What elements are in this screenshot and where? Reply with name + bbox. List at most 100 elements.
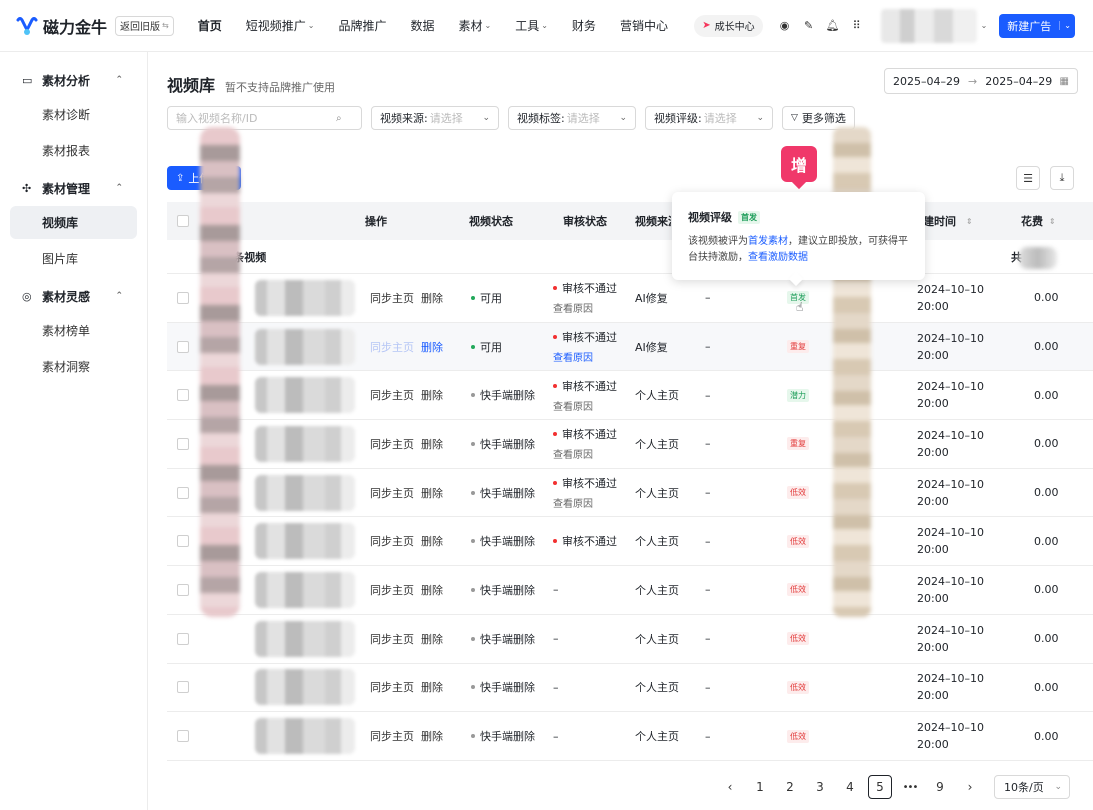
rating-tag-cell[interactable]: 潜力	[787, 371, 809, 419]
sidebar-item-1-0[interactable]: 视频库	[10, 206, 137, 239]
sidebar-item-2-1[interactable]: 素材洞察	[10, 350, 137, 383]
video-title-cell[interactable]	[255, 664, 355, 712]
search-field[interactable]: ⌕	[167, 106, 362, 130]
video-title-cell[interactable]	[255, 323, 355, 371]
row-checkbox[interactable]	[177, 437, 189, 450]
sync-homepage-button[interactable]: 同步主页	[370, 323, 414, 371]
popover-link-incentive-data[interactable]: 查看激励数据	[748, 252, 808, 263]
sort-icon[interactable]: ⇕	[966, 217, 973, 226]
next-page-icon[interactable]: ›	[958, 775, 982, 799]
table-row[interactable]: 同步主页 删除 可用 审核不通过 查看原因 AI修复 – 重复 2024–10–10 20:00 0…	[167, 322, 1093, 372]
bell-icon[interactable]: 🔔︎	[825, 18, 841, 34]
sync-homepage-button[interactable]: 同步主页	[370, 274, 414, 322]
delete-button[interactable]: 删除	[421, 664, 443, 712]
video-title-cell[interactable]	[255, 469, 355, 517]
page-size-select[interactable]: 10条/页 ⌄	[994, 775, 1070, 799]
row-checkbox[interactable]	[177, 291, 189, 304]
rating-tag-cell[interactable]: 低效	[787, 517, 809, 565]
video-title-cell[interactable]	[255, 420, 355, 468]
sidebar-item-0-1[interactable]: 素材报表	[10, 134, 137, 167]
page-3[interactable]: 3	[808, 775, 832, 799]
delete-button[interactable]: 删除	[421, 469, 443, 517]
table-row[interactable]: 同步主页 删除 快手端删除 审核不通过 个人主页 – 低效 2024–10–10 20:00 0.…	[167, 517, 1093, 567]
sync-homepage-button[interactable]: 同步主页	[370, 371, 414, 419]
table-row[interactable]: 同步主页 删除 快手端删除 – 个人主页 – 低效 2024–10–10 20:00 0.00	[167, 615, 1093, 664]
delete-button[interactable]: 删除	[421, 712, 443, 760]
sidebar-group-2[interactable]: ◎ 素材灵感 ⌃	[0, 278, 147, 314]
rating-tag-cell[interactable]: 低效	[787, 566, 809, 614]
growth-center-button[interactable]: ➤ 成长中心	[694, 14, 763, 37]
table-row[interactable]: 同步主页 删除 快手端删除 审核不通过 查看原因 个人主页 – 重复 2024–10–10 20:…	[167, 420, 1093, 469]
delete-button[interactable]: 删除	[421, 371, 443, 419]
table-row[interactable]: 同步主页 删除 快手端删除 – 个人主页 – 低效 2024–10–10 20:00 0.00	[167, 664, 1093, 713]
delete-button[interactable]: 删除	[421, 517, 443, 565]
sidebar-group-0[interactable]: ▭ 素材分析 ⌃	[0, 62, 147, 98]
record-icon[interactable]: ◉	[777, 18, 793, 34]
page-ellipsis[interactable]: •••	[898, 775, 922, 799]
search-icon[interactable]: ⌕	[336, 113, 342, 124]
search-input[interactable]	[176, 111, 336, 125]
page-4[interactable]: 4	[838, 775, 862, 799]
delete-button[interactable]: 删除	[421, 615, 443, 663]
delete-button[interactable]: 删除	[421, 566, 443, 614]
filter-select-0[interactable]: 视频来源: 请选择 ⌄	[371, 106, 499, 130]
sidebar-item-1-1[interactable]: 图片库	[10, 242, 137, 275]
table-row[interactable]: 同步主页 删除 可用 审核不通过 查看原因 AI修复 – 首发 2024–10–10 20:00 0…	[167, 274, 1093, 323]
new-ad-button[interactable]: 新建广告 ⌄	[999, 13, 1075, 38]
table-row[interactable]: 同步主页 删除 快手端删除 审核不通过 查看原因 个人主页 – 低效 2024–10–10 20:…	[167, 469, 1093, 518]
delete-button[interactable]: 删除	[421, 323, 443, 371]
view-reason-link[interactable]: 查看原因	[553, 495, 593, 510]
select-all-checkbox[interactable]	[177, 215, 189, 227]
chevron-down-icon[interactable]: ⌄	[981, 21, 988, 30]
nav-item-1[interactable]: 短视频推广 ⌄	[246, 17, 315, 34]
row-checkbox[interactable]	[177, 632, 189, 645]
return-old-version-button[interactable]: 返回旧版 ⇆	[115, 15, 174, 36]
sync-homepage-button[interactable]: 同步主页	[370, 712, 414, 760]
delete-button[interactable]: 删除	[421, 420, 443, 468]
download-icon[interactable]: ⤓	[1050, 166, 1074, 190]
filter-select-1[interactable]: 视频标签: 请选择 ⌄	[508, 106, 636, 130]
filter-select-2[interactable]: 视频评级: 请选择 ⌄	[645, 106, 773, 130]
rating-tag-cell[interactable]: 低效	[787, 712, 809, 760]
rating-tag-cell[interactable]: 低效	[787, 664, 809, 712]
sidebar-group-1[interactable]: ✣ 素材管理 ⌃	[0, 170, 147, 206]
sidebar-item-2-0[interactable]: 素材榜单	[10, 314, 137, 347]
view-reason-link[interactable]: 查看原因	[553, 398, 593, 413]
table-row[interactable]: 同步主页 删除 快手端删除 审核不通过 查看原因 个人主页 – 潜力 2024–10–10 20:…	[167, 371, 1093, 421]
sync-homepage-button[interactable]: 同步主页	[370, 420, 414, 468]
video-title-cell[interactable]	[255, 517, 355, 565]
rating-tag-cell[interactable]: 低效	[787, 469, 809, 517]
nav-item-5[interactable]: 工具 ⌄	[515, 17, 548, 34]
table-row[interactable]: 同步主页 删除 快手端删除 – 个人主页 – 低效 2024–10–10 20:00 0.00	[167, 566, 1093, 615]
sync-homepage-button[interactable]: 同步主页	[370, 469, 414, 517]
delete-button[interactable]: 删除	[421, 274, 443, 322]
nav-item-3[interactable]: 数据	[410, 17, 434, 34]
column-settings-icon[interactable]: ☰	[1016, 166, 1040, 190]
page-last[interactable]: 9	[928, 775, 952, 799]
video-title-cell[interactable]	[255, 274, 355, 322]
rating-tag-cell[interactable]: 重复	[787, 420, 809, 468]
view-reason-link[interactable]: 查看原因	[553, 446, 593, 461]
popover-link-first-release[interactable]: 首发素材	[748, 236, 788, 247]
edit-note-icon[interactable]: ✎	[801, 18, 817, 34]
video-title-cell[interactable]	[255, 615, 355, 663]
sort-icon[interactable]: ⇕	[1049, 217, 1056, 226]
sidebar-item-0-0[interactable]: 素材诊断	[10, 98, 137, 131]
row-checkbox[interactable]	[177, 389, 189, 402]
row-checkbox[interactable]	[177, 486, 189, 499]
video-title-cell[interactable]	[255, 712, 355, 760]
video-title-cell[interactable]	[255, 371, 355, 419]
view-reason-link[interactable]: 查看原因	[553, 300, 593, 315]
nav-item-0[interactable]: 首页	[198, 17, 222, 34]
row-checkbox[interactable]	[177, 583, 189, 596]
sync-homepage-button[interactable]: 同步主页	[370, 517, 414, 565]
sync-homepage-button[interactable]: 同步主页	[370, 566, 414, 614]
row-checkbox[interactable]	[177, 730, 189, 743]
rating-tag-cell[interactable]: 重复	[787, 323, 809, 371]
row-checkbox[interactable]	[177, 681, 189, 694]
nav-item-7[interactable]: 营销中心	[620, 17, 668, 34]
video-title-cell[interactable]	[255, 566, 355, 614]
sync-homepage-button[interactable]: 同步主页	[370, 664, 414, 712]
view-reason-link[interactable]: 查看原因	[553, 349, 593, 364]
chevron-down-icon[interactable]: ⌄	[1059, 21, 1075, 30]
